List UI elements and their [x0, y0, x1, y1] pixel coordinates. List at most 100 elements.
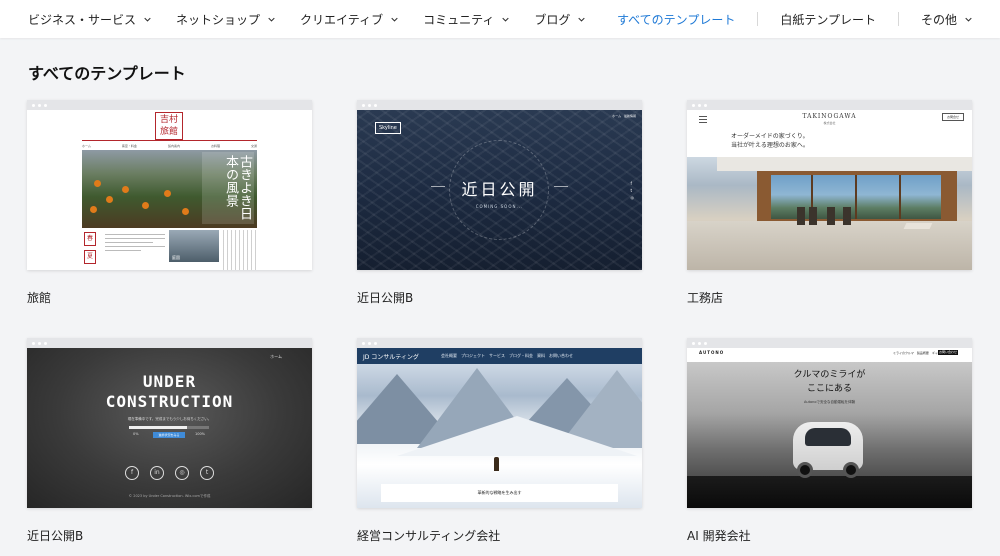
thumb-menu-item: 館内案内 [167, 144, 180, 148]
browser-chrome [27, 100, 312, 110]
template-card-ai-company[interactable]: AUTONO ミライのクルマ 製品概要 ギャラリー お問い合わせ クルマのミライ… [687, 338, 972, 544]
template-name[interactable]: 近日公開B [27, 527, 312, 544]
template-card-under-construction[interactable]: ホーム UNDER CONSTRUCTION 現在準備中です。完成までもう少しお… [27, 338, 312, 544]
hero-copy: オーダーメイドの家づくり。 当社が叶える理想のお家へ。 [731, 132, 809, 150]
photo-caption: 庭園 [172, 255, 180, 260]
season-seals: 春 夏 [82, 230, 102, 270]
nav-label: ネットショップ [176, 12, 261, 27]
brand-logo: TAKINOGAWA [802, 113, 857, 120]
thumb-menu: ホーム [270, 354, 282, 359]
nav-label: ビジネス・サービス [28, 12, 137, 27]
template-thumbnail[interactable]: JD コンサルティング 会社概要 プロジェクト サービス ブログ・料金 資料 お… [357, 338, 642, 508]
vertical-text-column [223, 230, 257, 270]
facebook-icon: f [125, 466, 139, 480]
progress-fill [129, 426, 187, 429]
body-text-lines [105, 234, 165, 254]
seal-summer: 夏 [84, 250, 96, 264]
nav-blog[interactable]: ブログ [534, 11, 586, 28]
thumb-menu-item: お料理 [210, 144, 220, 148]
nav-business-services[interactable]: ビジネス・サービス [28, 11, 151, 28]
skyline-logo: Skyline [375, 122, 401, 134]
thumb-menu-item: 客室・料金 [121, 144, 137, 148]
thumbnail-screen: Skyline ホーム 最新情報 近日公開 COMING SOON... f t ◎ [357, 110, 642, 270]
nav-creative[interactable]: クリエイティブ [300, 11, 398, 28]
progress-bar [129, 426, 209, 429]
hero-subtitle: Autonoで安全な自動運転を体験 [804, 400, 855, 404]
nav-online-shop[interactable]: ネットショップ [176, 11, 275, 28]
climber-figure [494, 457, 499, 471]
nav-divider [757, 12, 759, 26]
description: 現在準備中です。完成までもう少しお待ちください。 [127, 417, 212, 421]
hero-vertical-text: 古きよき日本の風景 [202, 152, 254, 224]
template-thumbnail[interactable]: 吉村旅館 ホーム 客室・料金 館内案内 お料理 交通 古きよき日本の風景 春 夏… [27, 100, 312, 270]
nav-community[interactable]: コミュニティ [423, 11, 510, 28]
thumb-menu-item: 交通 [250, 144, 257, 148]
template-name[interactable]: AI 開発会社 [687, 527, 972, 544]
template-card-builder[interactable]: TAKINOGAWA 株式会社 お問合せ オーダーメイドの家づくり。 当社が叶え… [687, 100, 972, 306]
heading-line: UNDER [142, 372, 197, 391]
nav-all-templates[interactable]: すべてのテンプレート [617, 11, 735, 28]
template-name[interactable]: 工務店 [687, 289, 972, 306]
browser-chrome [687, 100, 972, 110]
template-name[interactable]: 経営コンサルティング会社 [357, 527, 642, 544]
road [687, 476, 972, 508]
chevron-down-icon [268, 17, 275, 22]
nav-label: その他 [920, 12, 957, 27]
car-photo: クルマのミライが ここにある Autonoで安全な自動運転を体験 [687, 362, 972, 508]
orange-orchard-photo: 古きよき日本の風景 [82, 150, 257, 228]
top-nav: ビジネス・サービス ネットショップ クリエイティブ コミュニティ ブログ すべて… [0, 0, 1000, 38]
thumb-menu: 会社概要 プロジェクト サービス ブログ・料金 資料 お問い合わせ [441, 353, 573, 358]
thumbnail-screen: JD コンサルティング 会社概要 プロジェクト サービス ブログ・料金 資料 お… [357, 348, 642, 508]
browser-chrome [27, 338, 312, 348]
car-wheel [797, 462, 813, 478]
coming-soon-title: 近日公開 [461, 180, 538, 199]
chevron-down-icon [502, 17, 510, 22]
browser-chrome [687, 338, 972, 348]
twitter-icon: t [200, 466, 214, 480]
template-card-ryokan[interactable]: 吉村旅館 ホーム 客室・料金 館内案内 お料理 交通 古きよき日本の風景 春 夏… [27, 100, 312, 306]
nav-label: クリエイティブ [300, 12, 384, 27]
social-icons: f t ◎ [630, 181, 635, 200]
heading-line: クルマのミライが [793, 370, 866, 380]
template-thumbnail[interactable]: Skyline ホーム 最新情報 近日公開 COMING SOON... f t ◎ [357, 100, 642, 270]
heading-line: ここにある [806, 384, 852, 394]
browser-chrome [357, 338, 642, 348]
car-window [805, 428, 851, 446]
hero-caption: 革新的な戦略を生み出す [381, 484, 618, 502]
heading-line: CONSTRUCTION [105, 392, 234, 411]
nav-divider [897, 12, 899, 26]
template-thumbnail[interactable]: TAKINOGAWA 株式会社 お問合せ オーダーメイドの家づくり。 当社が叶え… [687, 100, 972, 270]
page-title: すべてのテンプレート [28, 64, 186, 83]
hero-copy-line: 当社が叶える理想のお家へ。 [731, 142, 809, 149]
template-thumbnail[interactable]: ホーム UNDER CONSTRUCTION 現在準備中です。完成までもう少しお… [27, 338, 312, 508]
progress-button: 進捗状況をみる [153, 432, 185, 438]
template-card-coming-soon[interactable]: Skyline ホーム 最新情報 近日公開 COMING SOON... f t ◎… [357, 100, 642, 306]
thumb-menu: ホーム 客室・料金 館内案内 お料理 交通 [82, 144, 257, 148]
template-menu: すべてのテンプレート 白紙テンプレート その他 [617, 0, 972, 38]
contact-button: お問合せ [941, 113, 964, 121]
thumbnail-screen: 吉村旅館 ホーム 客室・料金 館内案内 お料理 交通 古きよき日本の風景 春 夏… [27, 110, 312, 270]
under-construction-heading: UNDER CONSTRUCTION [27, 372, 312, 412]
divider [82, 140, 257, 141]
template-thumbnail[interactable]: AUTONO ミライのクルマ 製品概要 ギャラリー お問い合わせ クルマのミライ… [687, 338, 972, 508]
nav-other[interactable]: その他 [921, 11, 972, 28]
brand-logo: JD コンサルティング [363, 354, 419, 361]
thumbnail-screen: AUTONO ミライのクルマ 製品概要 ギャラリー お問い合わせ クルマのミライ… [687, 348, 972, 508]
template-card-consulting[interactable]: JD コンサルティング 会社概要 プロジェクト サービス ブログ・料金 資料 お… [357, 338, 642, 544]
hero-heading: クルマのミライが ここにある [687, 368, 972, 396]
category-menu: ビジネス・サービス ネットショップ クリエイティブ コミュニティ ブログ [0, 11, 610, 28]
house-photo [687, 157, 972, 270]
contact-button: お問い合わせ [938, 350, 958, 355]
template-name[interactable]: 近日公開B [357, 289, 642, 306]
thumb-menu: ホーム 最新情報 [612, 114, 636, 118]
chevron-down-icon [578, 17, 586, 22]
thumb-menu-item: ホーム [82, 144, 91, 148]
template-name[interactable]: 旅館 [27, 289, 312, 306]
brand-logo: AUTONO [699, 350, 725, 355]
footer-copyright: © 2023 by Under Construction. Wix.comで作成 [128, 494, 211, 498]
nav-blank-template[interactable]: 白紙テンプレート [780, 11, 876, 28]
chevron-down-icon [144, 17, 151, 22]
browser-chrome [357, 100, 642, 110]
instagram-icon: ◎ [175, 466, 189, 480]
progress-end: 100% [195, 432, 206, 436]
